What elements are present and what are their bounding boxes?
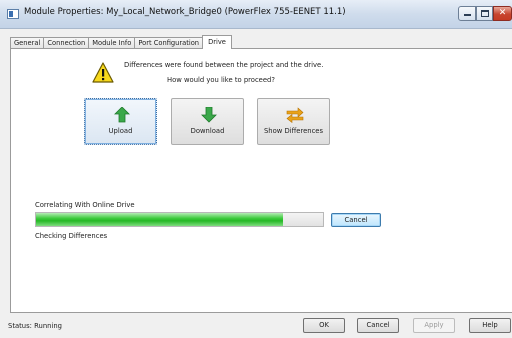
window-title: Module Properties: My_Local_Network_Brid…	[24, 7, 346, 17]
maximize-button[interactable]	[476, 6, 493, 21]
cancel-button[interactable]: Cancel	[357, 318, 399, 333]
upload-label: Upload	[108, 127, 133, 135]
window-app-icon	[7, 9, 19, 19]
drive-tab-panel	[10, 48, 512, 313]
download-button[interactable]: Download	[171, 98, 244, 145]
orange-swap-arrows-icon	[286, 107, 304, 123]
close-button[interactable]: ✕	[493, 6, 512, 21]
warning-icon	[92, 62, 114, 83]
progress-fill	[36, 213, 283, 226]
green-down-arrow-icon	[201, 107, 217, 123]
close-icon: ✕	[498, 8, 507, 18]
upload-button[interactable]: Upload	[84, 98, 157, 145]
title-bar[interactable]: Module Properties: My_Local_Network_Brid…	[0, 0, 512, 29]
status-text: Status: Running	[8, 322, 62, 330]
tab-drive[interactable]: Drive	[202, 35, 232, 49]
download-label: Download	[190, 127, 225, 135]
maximize-icon	[481, 10, 489, 17]
minimize-icon	[464, 14, 471, 16]
ok-button[interactable]: OK	[303, 318, 345, 333]
show-differences-button[interactable]: Show Differences	[257, 98, 330, 145]
minimize-button[interactable]	[458, 6, 476, 21]
progress-title: Correlating With Online Drive	[35, 201, 135, 209]
apply-button[interactable]: Apply	[413, 318, 455, 333]
cancel-correlation-button[interactable]: Cancel	[331, 213, 381, 227]
differences-message: Differences were found between the proje…	[124, 61, 324, 69]
show-differences-label: Show Differences	[263, 127, 324, 135]
green-up-arrow-icon	[114, 107, 130, 123]
help-button[interactable]: Help	[469, 318, 511, 333]
correlation-progress-bar	[35, 212, 324, 227]
progress-detail: Checking Differences	[35, 232, 108, 240]
proceed-question: How would you like to proceed?	[167, 76, 275, 84]
module-properties-dialog: Module Properties: My_Local_Network_Brid…	[0, 0, 512, 338]
